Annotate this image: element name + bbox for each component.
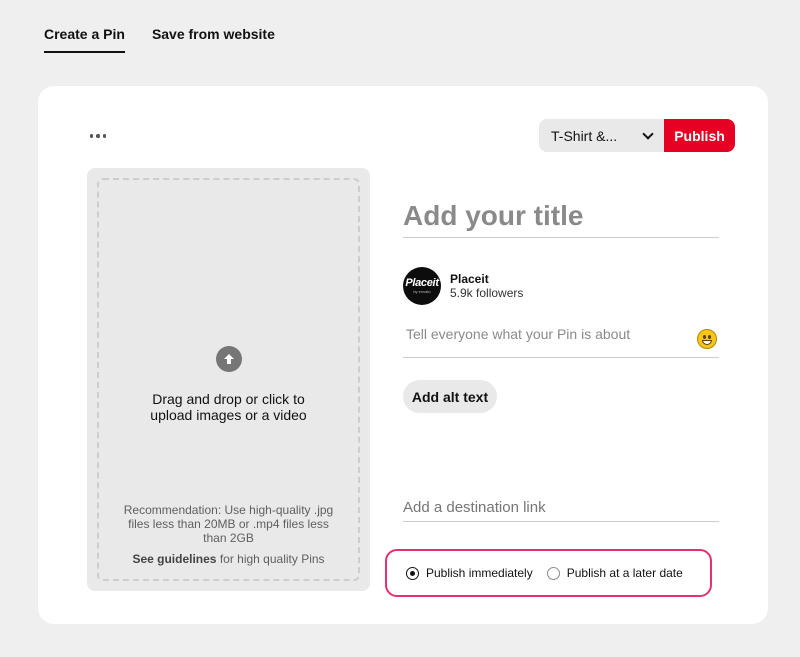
publish-immediately-option[interactable]: Publish immediately <box>406 566 533 580</box>
pin-builder-card: T-Shirt &... Publish Drag and drop or cl… <box>38 86 768 624</box>
upload-instructions: Drag and drop or click to upload images … <box>150 391 307 423</box>
avatar-sub: by envato <box>413 289 431 294</box>
tab-create-a-pin[interactable]: Create a Pin <box>44 26 125 53</box>
arrow-up-circle-icon[interactable] <box>216 346 242 372</box>
radio-unselected-icon[interactable] <box>546 566 560 580</box>
board-select[interactable]: T-Shirt &... <box>539 119 664 152</box>
publish-button[interactable]: Publish <box>664 119 735 152</box>
tab-bar: Create a Pin Save from website <box>44 26 275 53</box>
profile-info: Placeit 5.9k followers <box>450 272 523 300</box>
add-alt-text-button[interactable]: Add alt text <box>403 380 497 413</box>
see-guidelines-link[interactable]: See guidelines <box>132 552 216 566</box>
publish-later-label: Publish at a later date <box>566 566 683 580</box>
description-input[interactable] <box>403 321 683 342</box>
profile-followers: 5.9k followers <box>450 286 524 300</box>
publish-immediately-label: Publish immediately <box>426 566 533 580</box>
smiley-emoji-icon[interactable] <box>697 329 717 349</box>
avatar-brand: Placeit <box>405 277 439 289</box>
board-select-value: T-Shirt &... <box>551 127 618 144</box>
guidelines-text: See guidelines for high quality Pins <box>99 552 358 566</box>
profile-name: Placeit <box>450 272 489 286</box>
radio-selected-icon[interactable] <box>406 566 419 580</box>
title-input[interactable] <box>403 194 719 238</box>
avatar: Placeit by envato <box>403 267 441 305</box>
tab-save-from-website[interactable]: Save from website <box>152 26 275 53</box>
chevron-down-icon <box>642 127 654 140</box>
profile-block: Placeit by envato Placeit 5.9k followers <box>403 267 523 305</box>
publish-later-option[interactable]: Publish at a later date <box>546 566 683 580</box>
upload-dropzone[interactable]: Drag and drop or click to upload images … <box>97 178 360 581</box>
upload-recommendation: Recommendation: Use high-quality .jpg fi… <box>123 503 334 545</box>
publish-schedule-options: Publish immediately Publish at a later d… <box>385 549 712 597</box>
description-field <box>403 321 719 358</box>
more-options-icon[interactable] <box>88 126 108 146</box>
guidelines-suffix: for high quality Pins <box>216 552 325 566</box>
destination-link-input[interactable] <box>403 493 719 522</box>
upload-panel: Drag and drop or click to upload images … <box>87 168 370 591</box>
